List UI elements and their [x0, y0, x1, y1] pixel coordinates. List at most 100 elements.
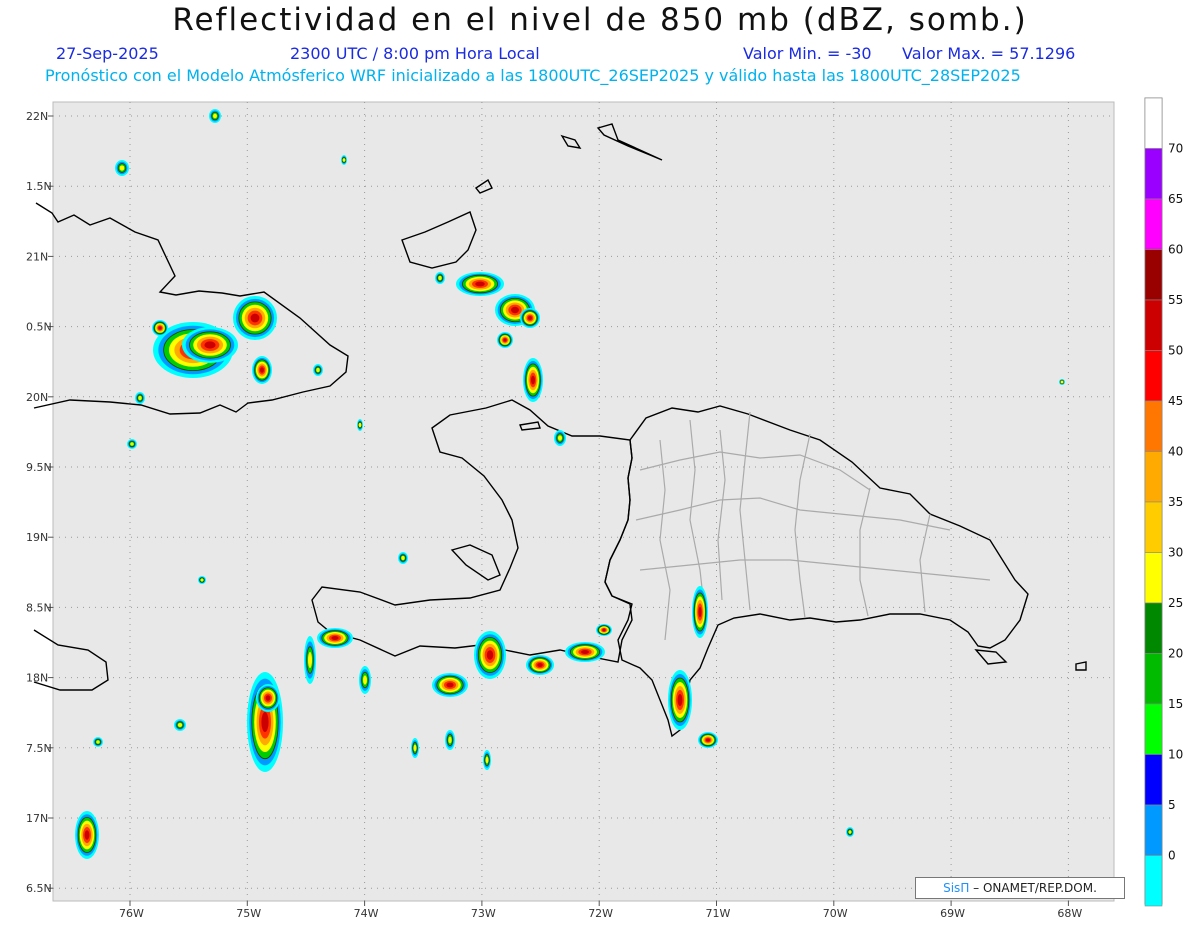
- reflectivity-cell: [401, 556, 405, 560]
- colorbar-label: 5: [1168, 798, 1176, 812]
- lat-label: 17N: [26, 812, 48, 825]
- latitude-labels: 22N 1.5N 21N 0.5N 20N 9.5N 19N 8.5N 18N 7.5N 17N 6.…: [26, 110, 52, 895]
- colorbar-label: 60: [1168, 243, 1183, 257]
- reflectivity-cell: [531, 375, 535, 385]
- reflectivity-cell: [331, 636, 339, 640]
- colorbar-swatch: [1144, 451, 1163, 503]
- reflectivity-cell: [358, 423, 362, 427]
- reflectivity-cell: [158, 326, 162, 330]
- reflectivity-map: 22N 1.5N 21N 0.5N 20N 9.5N 19N 8.5N 18N 7.5N 17N 6.…: [26, 97, 1183, 920]
- lon-label: 68W: [1057, 907, 1082, 920]
- reflectivity-cell: [486, 650, 494, 660]
- reflectivity-cell: [446, 682, 454, 688]
- lat-label: 9.5N: [26, 461, 52, 474]
- colorbar-label: 10: [1168, 748, 1183, 762]
- lat-label: 8.5N: [26, 601, 52, 614]
- lat-label: 0.5N: [26, 321, 52, 334]
- reflectivity-cell: [260, 367, 264, 373]
- reflectivity-cell: [96, 740, 100, 744]
- sis-logo: SisΠ: [943, 881, 970, 895]
- colorbar-label: 55: [1168, 293, 1183, 307]
- colorbar-swatch: [1144, 653, 1163, 705]
- reflectivity-cell: [204, 341, 216, 349]
- lon-label: 73W: [471, 907, 496, 920]
- colorbar-swatch: [1144, 249, 1163, 301]
- colorbar-label: 35: [1168, 495, 1183, 509]
- colorbar-swatch: [1144, 703, 1163, 755]
- lon-label: 75W: [236, 907, 261, 920]
- reflectivity-cell: [558, 435, 562, 441]
- colorbar-swatch: [1144, 552, 1163, 604]
- colorbar-label: 0: [1168, 849, 1176, 863]
- reflectivity-cell: [706, 738, 710, 742]
- reflectivity-cell: [698, 606, 702, 618]
- reflectivity-cell: [413, 744, 417, 752]
- colorbar-swatch: [1144, 501, 1163, 553]
- colorbar-label: 40: [1168, 445, 1183, 459]
- colorbar-label: 30: [1168, 546, 1183, 560]
- lat-label: 1.5N: [26, 180, 52, 193]
- colorbar-swatch: [1144, 855, 1163, 907]
- reflectivity-cell: [138, 396, 142, 400]
- credit-text: – ONAMET/REP.DOM.: [973, 881, 1097, 895]
- lon-label: 74W: [354, 907, 379, 920]
- reflectivity-cell: [119, 165, 125, 171]
- lat-label: 19N: [26, 531, 48, 544]
- reflectivity-cell: [308, 652, 312, 668]
- colorbar-label: 20: [1168, 647, 1183, 661]
- reflectivity-cell: [537, 663, 543, 667]
- longitude-labels: 76W 75W 74W 73W 72W 71W 70W 69W 68W: [119, 907, 1082, 920]
- reflectivity-cell: [528, 316, 532, 320]
- colorbar-swatch: [1144, 299, 1163, 351]
- reflectivity-cell: [602, 628, 606, 632]
- lat-label: 20N: [26, 391, 48, 404]
- colorbar-label: 65: [1168, 192, 1183, 206]
- reflectivity-cell: [213, 113, 217, 119]
- reflectivity-cell: [503, 338, 507, 342]
- colorbar-label: 15: [1168, 697, 1183, 711]
- colorbar-swatch: [1144, 97, 1163, 149]
- colorbar-swatch: [1144, 804, 1163, 856]
- colorbar-swatch: [1144, 198, 1163, 250]
- lat-label: 18N: [26, 672, 48, 685]
- colorbar-swatch: [1144, 350, 1163, 402]
- reflectivity-cell: [438, 276, 442, 280]
- colorbar-swatch: [1144, 602, 1163, 654]
- reflectivity-cell: [178, 723, 182, 727]
- reflectivity-cell: [485, 756, 489, 764]
- colorbar-label: 50: [1168, 344, 1183, 358]
- lon-label: 76W: [119, 907, 144, 920]
- reflectivity-cell: [848, 830, 852, 834]
- credit-box: SisΠ – ONAMET/REP.DOM.: [915, 877, 1125, 899]
- colorbar-label: 25: [1168, 596, 1183, 610]
- reflectivity-cell: [363, 675, 367, 685]
- lon-label: 69W: [940, 907, 965, 920]
- lon-label: 71W: [706, 907, 731, 920]
- reflectivity-cell: [342, 158, 346, 162]
- reflectivity-cell: [250, 313, 260, 323]
- reflectivity-cell: [84, 830, 90, 840]
- lon-label: 70W: [823, 907, 848, 920]
- lat-label: 21N: [26, 250, 48, 263]
- colorbar-label: 70: [1168, 142, 1183, 156]
- lon-label: 72W: [588, 907, 613, 920]
- reflectivity-cell: [261, 712, 269, 732]
- colorbar-swatch: [1144, 754, 1163, 806]
- reflectivity-cell: [581, 650, 589, 654]
- colorbar-label: 45: [1168, 394, 1183, 408]
- colorbar-swatch: [1144, 148, 1163, 200]
- reflectivity-cell: [475, 281, 485, 287]
- reflectivity-cell: [511, 306, 519, 314]
- reflectivity-cell: [1060, 380, 1064, 384]
- lat-label: 22N: [26, 110, 48, 123]
- lat-label: 7.5N: [26, 742, 52, 755]
- reflectivity-cell: [200, 578, 204, 582]
- lat-label: 6.5N: [26, 882, 52, 895]
- reflectivity-cell: [130, 442, 134, 446]
- reflectivity-cell: [677, 694, 683, 706]
- reflectivity-cell: [265, 695, 271, 701]
- reflectivity-cell: [448, 736, 452, 744]
- colorbar-swatch: [1144, 400, 1163, 452]
- colorbar: 7065605550454035302520151050: [1144, 97, 1183, 907]
- reflectivity-cell: [316, 368, 320, 372]
